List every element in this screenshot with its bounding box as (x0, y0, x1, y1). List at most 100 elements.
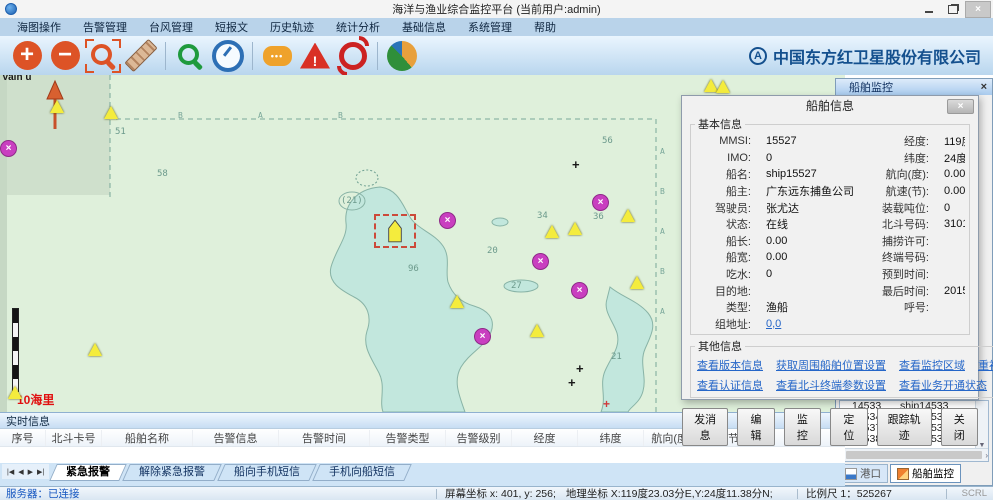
scroll-right-icon[interactable]: › (985, 451, 988, 460)
column-header-8[interactable]: 纬度 (578, 430, 644, 446)
ship-marker[interactable] (8, 386, 22, 399)
ship-marker[interactable] (50, 100, 64, 113)
menu-item-map-operations[interactable]: 海图操作 (6, 19, 72, 35)
depth-label: 96 (408, 264, 419, 274)
view-service-open-status-link[interactable]: 查看业务开通状态 (899, 377, 987, 393)
track-button[interactable]: 跟踪轨迹 (877, 408, 932, 446)
column-header-0[interactable]: 序号 (0, 430, 46, 446)
zoom-out-icon[interactable]: − (46, 38, 84, 74)
panel-tab-ship-monitor[interactable]: 船舶监控 (890, 464, 961, 483)
tab-nav-button[interactable]: ◀ (18, 468, 23, 476)
field-label: 状态: (695, 216, 751, 232)
zoom-in-icon[interactable]: + (8, 38, 46, 74)
tab-nav-button[interactable]: ▶| (37, 468, 44, 476)
statistics-pie-icon[interactable] (383, 38, 421, 74)
tab-nav-button[interactable]: ▶ (28, 468, 33, 476)
ship-info-close-button[interactable]: × (947, 99, 974, 114)
column-header-2[interactable]: 船舶名称 (102, 430, 193, 446)
column-header-1[interactable]: 北斗卡号 (46, 430, 102, 446)
alarm-warning-icon[interactable]: ! (296, 38, 334, 74)
tab-emergency-alarm[interactable]: 紧急报警 (49, 464, 127, 481)
monitor-button[interactable]: 监控 (784, 408, 821, 446)
compass-icon[interactable] (209, 38, 247, 74)
field-value: 0.00 (929, 168, 965, 180)
ship-info-dialog: 船舶信息 × 基本信息 MMSI:15527经度:119度35.40分EIMO:… (681, 95, 979, 400)
field-label: 捕捞许可: (855, 233, 929, 249)
map-scale-label: 10海里 (17, 391, 54, 408)
ship-x-marker[interactable]: × (0, 140, 17, 157)
ship-marker[interactable] (630, 276, 644, 289)
panel-tab-port[interactable]: 港口 (838, 464, 888, 483)
tab-nav-button[interactable]: |◀ (7, 468, 14, 476)
restore-button[interactable] (941, 2, 965, 17)
typhoon-icon[interactable] (334, 38, 372, 74)
close-button[interactable]: × (965, 1, 991, 18)
view-version-info-link[interactable]: 查看版本信息 (697, 357, 763, 373)
ship-marker[interactable] (104, 106, 118, 119)
ship-marker[interactable] (88, 343, 102, 356)
selected-ship-marker[interactable] (374, 214, 416, 248)
box-zoom-icon[interactable] (84, 38, 122, 74)
menu-item-statistical-analysis[interactable]: 统计分析 (325, 19, 391, 35)
group-address-link[interactable]: 0,0 (751, 318, 855, 330)
tab-ship-to-phone-sms[interactable]: 船向手机短信 (217, 464, 317, 481)
ship-marker[interactable] (621, 209, 635, 222)
cable-symbol-label: A (660, 307, 665, 316)
ship-x-marker[interactable]: × (592, 194, 609, 211)
tab-phone-to-ship-sms[interactable]: 手机向船短信 (312, 464, 412, 481)
message-icon[interactable]: ••• (258, 38, 296, 74)
locate-button[interactable]: 定位 (830, 408, 867, 446)
menu-item-system-management[interactable]: 系统管理 (457, 19, 523, 35)
field-value: 0 (751, 152, 855, 164)
scroll-lock-indicator: SCRL (947, 488, 993, 499)
search-icon[interactable] (171, 38, 209, 74)
close-button[interactable]: 关闭 (941, 408, 978, 446)
ship-x-marker[interactable]: × (532, 253, 549, 270)
menu-item-help[interactable]: 帮助 (523, 19, 567, 35)
menu-item-typhoon-management[interactable]: 台风管理 (138, 19, 204, 35)
column-header-4[interactable]: 告警时间 (279, 430, 370, 446)
ship-x-marker[interactable]: × (571, 282, 588, 299)
column-header-6[interactable]: 告警级别 (446, 430, 512, 446)
reinitialize-link[interactable]: 重初始化 (978, 357, 993, 373)
column-header-3[interactable]: 告警信息 (193, 430, 279, 446)
ship-marker[interactable] (530, 324, 544, 337)
field-value: ship15527 (751, 168, 855, 180)
menu-item-short-message[interactable]: 短报文 (204, 19, 259, 35)
depth-label: (21) (341, 196, 363, 206)
field-value: 0 (929, 202, 965, 214)
view-auth-info-link[interactable]: 查看认证信息 (697, 377, 763, 393)
ship-monitor-close-icon[interactable]: × (981, 81, 987, 93)
menu-item-alarm-management[interactable]: 告警管理 (72, 19, 138, 35)
measure-ruler-icon[interactable] (122, 38, 160, 74)
tab-navigation: |◀ ◀ ▶ ▶| (2, 464, 49, 479)
ship-marker[interactable] (450, 295, 464, 308)
other-info-legend: 其他信息 (695, 338, 745, 354)
view-beidou-terminal-params-link[interactable]: 查看北斗终端参数设置 (776, 377, 886, 393)
minimize-button[interactable] (917, 2, 941, 17)
scroll-thumb[interactable] (846, 451, 983, 459)
ship-marker[interactable] (568, 222, 582, 235)
ship-x-marker[interactable]: × (474, 328, 491, 345)
fetch-around-ships-position-setting-link[interactable]: 获取周围船舶位置设置 (776, 357, 886, 373)
menu-item-basic-information[interactable]: 基础信息 (391, 19, 457, 35)
ship-list-horizontal-scrollbar[interactable]: ‹ › (840, 448, 988, 461)
field-label: 装载吨位: (855, 200, 929, 216)
field-value: 24度15.60分N (929, 150, 965, 166)
column-header-7[interactable]: 经度 (512, 430, 578, 446)
ship-info-row: IMO:0纬度:24度15.60分N (695, 150, 965, 167)
column-header-5[interactable]: 告警类型 (370, 430, 446, 446)
field-label: 呼号: (855, 299, 929, 315)
ship-marker[interactable] (716, 80, 730, 93)
tab-cancel-emergency-alarm[interactable]: 解除紧急报警 (122, 464, 222, 481)
map-place-label: Vain u (2, 75, 31, 83)
field-label: 类型: (695, 299, 751, 315)
menu-item-history-track[interactable]: 历史轨迹 (259, 19, 325, 35)
view-monitor-region-link[interactable]: 查看监控区域 (899, 357, 965, 373)
status-bar: 服务器：已连接 屏幕坐标 x: 401, y: 256; 地理坐标 X:119度… (0, 486, 993, 500)
send-message-button[interactable]: 发消息 (682, 408, 728, 446)
ship-marker[interactable] (545, 225, 559, 238)
ship-info-row: 船长:0.00捕捞许可: (695, 233, 965, 250)
edit-button[interactable]: 编辑 (737, 408, 774, 446)
ship-x-marker[interactable]: × (439, 212, 456, 229)
